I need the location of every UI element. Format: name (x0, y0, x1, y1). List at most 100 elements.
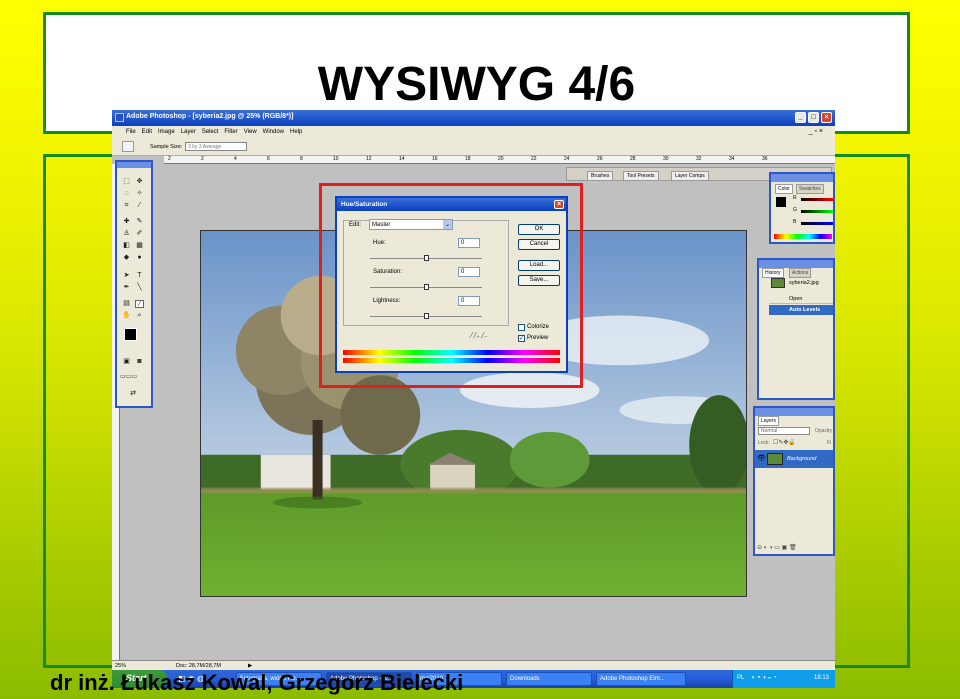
layer-row-background[interactable]: 👁 Background (755, 450, 833, 468)
close-button[interactable]: × (821, 112, 832, 123)
eyedropper-tool-icon[interactable]: ⁄ (135, 300, 144, 308)
ruler-tick: 6 (267, 156, 270, 162)
history-tab[interactable]: History (762, 268, 784, 278)
menu-edit[interactable]: Edit (142, 129, 152, 135)
menu-filter[interactable]: Filter (224, 129, 237, 135)
swatches-tab[interactable]: Swatches (796, 184, 824, 194)
ruler-tick: 30 (663, 156, 669, 162)
hand-tool-icon[interactable]: ✋ (122, 312, 131, 320)
history-brush-icon[interactable]: ✐ (135, 230, 144, 238)
history-item-label: Open (789, 296, 803, 302)
language-indicator[interactable]: PL (737, 675, 744, 681)
menu-view[interactable]: View (244, 129, 257, 135)
taskbar-button-photoshop-elements[interactable]: Adobe Photoshop Elm... (596, 672, 686, 686)
ruler-tick: 18 (465, 156, 471, 162)
eraser-tool-icon[interactable]: ◧ (122, 242, 131, 250)
move-tool-icon[interactable]: ✥ (135, 178, 144, 186)
line-tool-icon[interactable]: ╲ (135, 284, 144, 292)
slide-title: WYSIWYG 4/6 (317, 58, 636, 111)
options-bar: Sample Size: 3 by 3 Average Brushes Tool… (112, 137, 835, 181)
layers-panel-header[interactable] (755, 408, 833, 416)
marquee-tool-icon[interactable]: ⬚ (122, 178, 131, 186)
brush-tool-icon[interactable]: ✎ (135, 218, 144, 226)
history-item[interactable]: Open (769, 294, 833, 304)
ruler-tick: 2 (201, 156, 204, 162)
maximize-button[interactable]: □ (808, 112, 819, 123)
r-slider[interactable] (801, 198, 833, 201)
clone-stamp-icon[interactable]: ♙ (122, 230, 131, 238)
foreground-color-swatch[interactable] (124, 328, 137, 341)
color-ramp[interactable] (774, 234, 832, 239)
standard-mode-icon[interactable]: ◙ (135, 358, 144, 366)
lasso-tool-icon[interactable]: ◌ (122, 190, 131, 198)
dialog-highlight-box (319, 183, 583, 388)
ruler-tick: 2 (168, 156, 171, 162)
window-title: Adobe Photoshop - [syberia2.jpg @ 25% (R… (126, 113, 294, 120)
layer-comps-tab[interactable]: Layer Comps (671, 171, 709, 181)
menu-select[interactable]: Select (202, 129, 219, 135)
zoom-level[interactable]: 25% (115, 663, 126, 669)
pen-tool-icon[interactable]: ✒ (122, 284, 131, 292)
crop-tool-icon[interactable]: ⌗ (122, 202, 131, 210)
layer-footer-icons[interactable]: ⊝ ◐ ◑ ▭ ▣ 🗑 (757, 544, 797, 551)
ruler-tick: 10 (333, 156, 339, 162)
menu-bar: File Edit Image Layer Select Filter View… (112, 126, 835, 137)
menu-layer[interactable]: Layer (181, 129, 196, 135)
menu-help[interactable]: Help (290, 129, 302, 135)
slice-tool-icon[interactable]: ⁄ (135, 202, 144, 210)
snapshot-name[interactable]: syberia2.jpg (789, 280, 819, 286)
eye-icon[interactable]: 👁 (757, 454, 766, 462)
menu-image[interactable]: Image (158, 129, 175, 135)
toolbox-header[interactable] (117, 162, 151, 168)
eyedropper-tool-icon[interactable] (122, 141, 134, 152)
lock-icons[interactable]: ☐✎✥🔒 (773, 439, 796, 446)
ruler-tick: 34 (729, 156, 735, 162)
tool-presets-tab[interactable]: Tool Presets (623, 171, 659, 181)
history-item-selected[interactable]: Auto Levels (769, 305, 833, 315)
gradient-tool-icon[interactable]: ▦ (135, 242, 144, 250)
color-panel-header[interactable] (771, 174, 833, 182)
history-item-label: Auto Levels (789, 307, 821, 313)
history-panel: History Actions syberia2.jpg Open Auto L… (757, 258, 835, 400)
menu-file[interactable]: File (126, 129, 136, 135)
taskbar-button-downloads[interactable]: Downloads (506, 672, 592, 686)
clock[interactable]: 18:13 (814, 675, 829, 681)
status-arrow-icon[interactable]: ▶ (248, 663, 252, 669)
menu-window[interactable]: Window (263, 129, 284, 135)
ruler-tick: 28 (630, 156, 636, 162)
b-slider[interactable] (801, 222, 833, 225)
photoshop-app-icon (115, 113, 124, 122)
window-titlebar[interactable]: Adobe Photoshop - [syberia2.jpg @ 25% (R… (112, 110, 835, 126)
channel-b-label: B (793, 219, 797, 225)
path-select-icon[interactable]: ➤ (122, 272, 131, 280)
ruler-tick: 4 (234, 156, 237, 162)
blend-mode-select[interactable]: Normal (758, 427, 810, 435)
color-fg-swatch[interactable] (776, 197, 786, 207)
history-panel-header[interactable] (759, 260, 833, 268)
notes-tool-icon[interactable]: ▤ (122, 300, 131, 308)
sample-size-select[interactable]: 3 by 3 Average (185, 142, 247, 151)
type-tool-icon[interactable]: T (135, 272, 144, 280)
imageready-jump-icon[interactable]: ⇄ (123, 390, 143, 398)
dodge-tool-icon[interactable]: ● (135, 254, 144, 262)
document-window-controls[interactable]: _ ▫ × (809, 128, 823, 135)
ruler-tick: 20 (498, 156, 504, 162)
brushes-tab[interactable]: Brushes (587, 171, 614, 181)
healing-brush-icon[interactable]: ✚ (122, 218, 131, 226)
snapshot-thumbnail[interactable] (771, 278, 785, 288)
tray-icons[interactable]: ◐ ◓ ◑ ◒ ◔ (752, 675, 777, 681)
ruler-tick: 14 (399, 156, 405, 162)
blur-tool-icon[interactable]: ◆ (122, 254, 131, 262)
lock-label: Lock: (758, 440, 770, 446)
screen-mode-icons[interactable]: ▭▭▭ (120, 373, 137, 381)
sample-size-label: Sample Size: (150, 144, 183, 150)
layers-panel: Layers Normal Opacity Lock: ☐✎✥🔒 Fi 👁 Ba… (753, 406, 835, 556)
zoom-tool-icon[interactable]: ⌕ (135, 312, 144, 320)
magic-wand-tool-icon[interactable]: ✧ (135, 190, 144, 198)
quick-mask-icon[interactable]: ▣ (122, 358, 131, 366)
g-slider[interactable] (801, 210, 833, 213)
color-tab[interactable]: Color (775, 184, 793, 194)
minimize-button[interactable]: _ (795, 112, 806, 123)
layers-tab[interactable]: Layers (758, 416, 780, 426)
actions-tab[interactable]: Actions (789, 268, 812, 278)
